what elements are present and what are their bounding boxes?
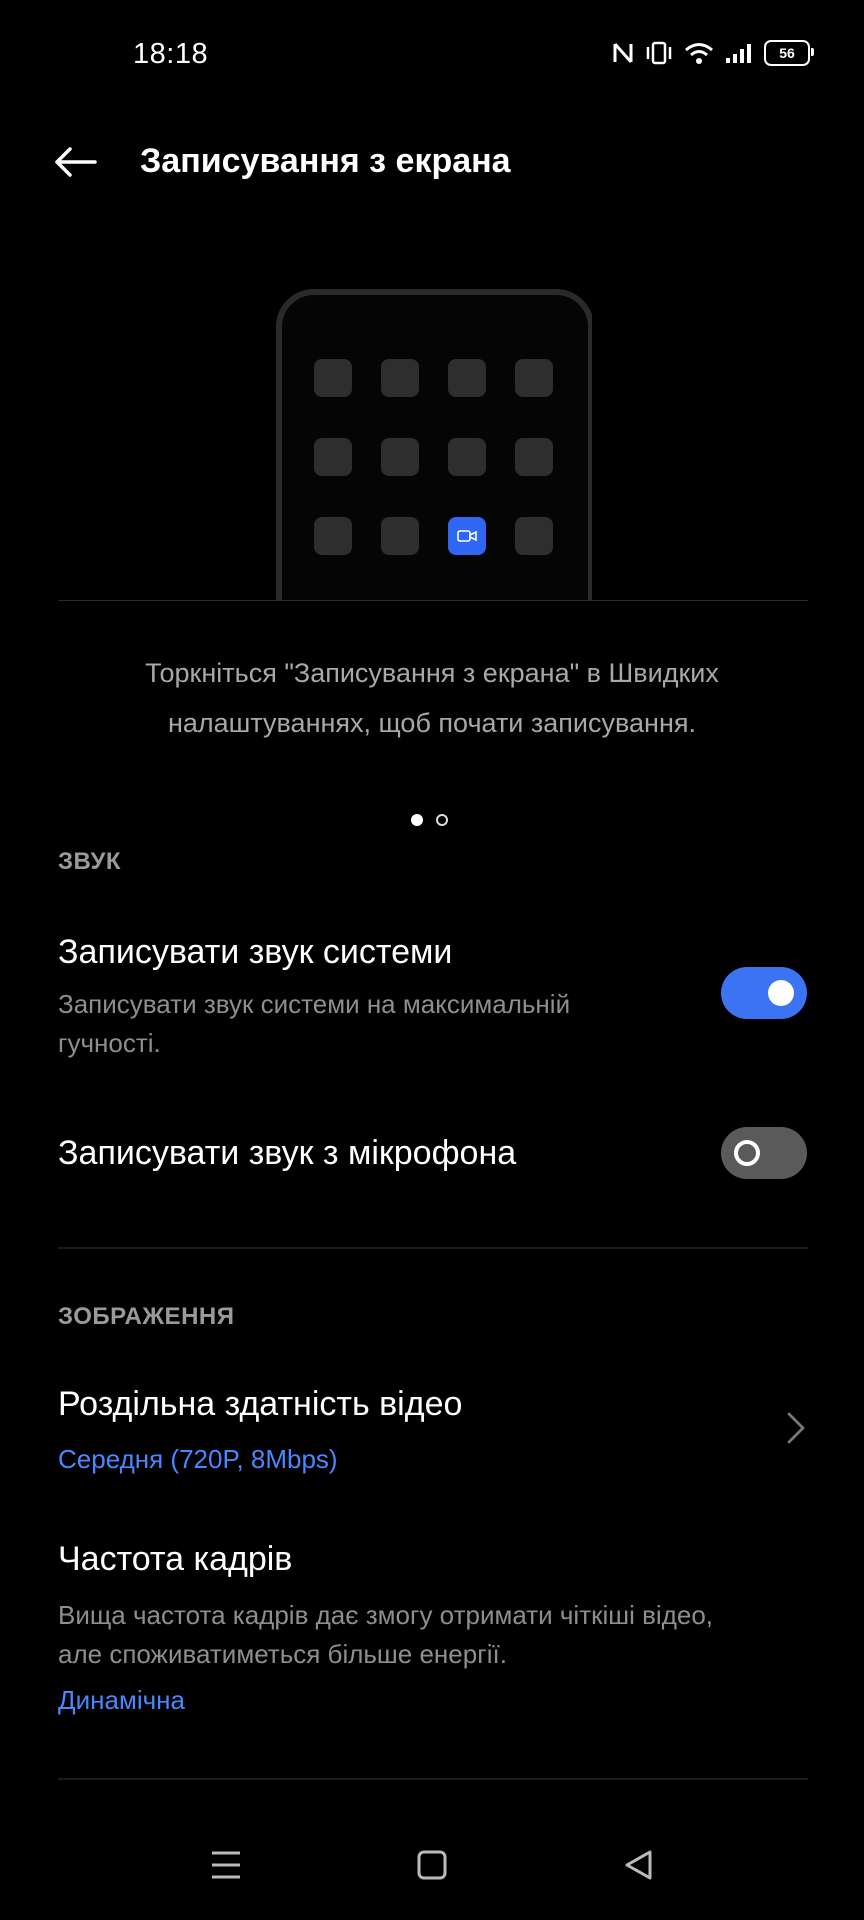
system-sound-toggle[interactable] xyxy=(721,967,807,1019)
system-sound-subtitle: Записувати звук системи на максимальній … xyxy=(58,985,570,1063)
quick-settings-illustration xyxy=(272,285,592,601)
nav-back-button[interactable] xyxy=(608,1840,668,1890)
bottom-divider xyxy=(58,1778,808,1780)
arrow-left-icon xyxy=(55,147,97,177)
system-sound-subtitle-line-1: Записувати звук системи на максимальній xyxy=(58,989,571,1019)
toggle-knob xyxy=(734,1140,760,1166)
toggle-knob xyxy=(768,980,794,1006)
app-header: Записування з екрана xyxy=(0,120,864,204)
frame-rate-subtitle: Вища частота кадрів дає змогу отримати ч… xyxy=(58,1596,713,1674)
section-divider xyxy=(58,1247,808,1249)
status-time: 18:18 xyxy=(133,38,209,70)
menu-icon xyxy=(212,1851,240,1879)
pager-dot-active[interactable] xyxy=(411,814,423,826)
hint-caption: Торкніться "Записування з екрана" в Швид… xyxy=(40,648,824,748)
pager-dot[interactable] xyxy=(436,814,448,826)
status-bar: 18:18 56 xyxy=(0,0,864,110)
frame-rate-value: Динамічна xyxy=(58,1685,185,1715)
mic-sound-toggle[interactable] xyxy=(721,1127,807,1179)
wifi-icon xyxy=(684,41,714,65)
home-button[interactable] xyxy=(402,1840,462,1890)
tile xyxy=(314,438,352,476)
back-button[interactable] xyxy=(46,138,104,186)
vibrate-icon xyxy=(644,41,674,65)
hint-line-2: налаштуваннях, щоб почати записування. xyxy=(167,708,696,738)
illustration-divider xyxy=(58,600,808,601)
video-camera-icon xyxy=(457,530,477,542)
resolution-value: Середня (720P, 8Mbps) xyxy=(58,1444,338,1474)
section-header-image: ЗОБРАЖЕННЯ xyxy=(58,1303,235,1330)
menu-button[interactable] xyxy=(196,1840,256,1890)
frame-rate-title: Частота кадрів xyxy=(58,1540,293,1578)
screen-recording-settings-page: 18:18 56 Записування з екрана Торкніться… xyxy=(0,0,864,1920)
tile xyxy=(448,438,486,476)
frame-rate-subtitle-line-2: але споживатиметься більше енергії. xyxy=(58,1639,507,1669)
signal-icon xyxy=(724,41,754,65)
tile xyxy=(515,517,553,555)
system-sound-subtitle-line-2: гучності. xyxy=(58,1028,161,1058)
tile xyxy=(381,517,419,555)
tile xyxy=(314,359,352,397)
back-triangle-icon xyxy=(625,1850,652,1880)
frame-rate-subtitle-line-1: Вища частота кадрів дає змогу отримати ч… xyxy=(58,1600,714,1630)
tile xyxy=(314,517,352,555)
system-sound-title: Записувати звук системи xyxy=(58,933,453,971)
status-icons: 56 xyxy=(612,40,814,66)
battery-level: 56 xyxy=(779,45,795,61)
resolution-title: Роздільна здатність відео xyxy=(58,1385,463,1423)
tile xyxy=(515,359,553,397)
home-icon xyxy=(417,1850,447,1880)
chevron-right-icon xyxy=(782,1408,810,1448)
page-title: Записування з екрана xyxy=(140,142,511,180)
battery-icon: 56 xyxy=(764,40,814,66)
nfc-icon xyxy=(612,41,634,65)
tile xyxy=(381,359,419,397)
pager-dots xyxy=(411,814,448,826)
hint-line-1: Торкніться "Записування з екрана" в Швид… xyxy=(145,658,719,688)
tile xyxy=(515,438,553,476)
system-nav-bar xyxy=(0,1820,864,1920)
tile xyxy=(448,359,486,397)
screen-record-tile xyxy=(448,517,486,555)
tile xyxy=(381,438,419,476)
section-header-sound: ЗВУК xyxy=(58,848,122,875)
phone-outline xyxy=(276,289,592,601)
mic-sound-title: Записувати звук з мікрофона xyxy=(58,1134,517,1172)
